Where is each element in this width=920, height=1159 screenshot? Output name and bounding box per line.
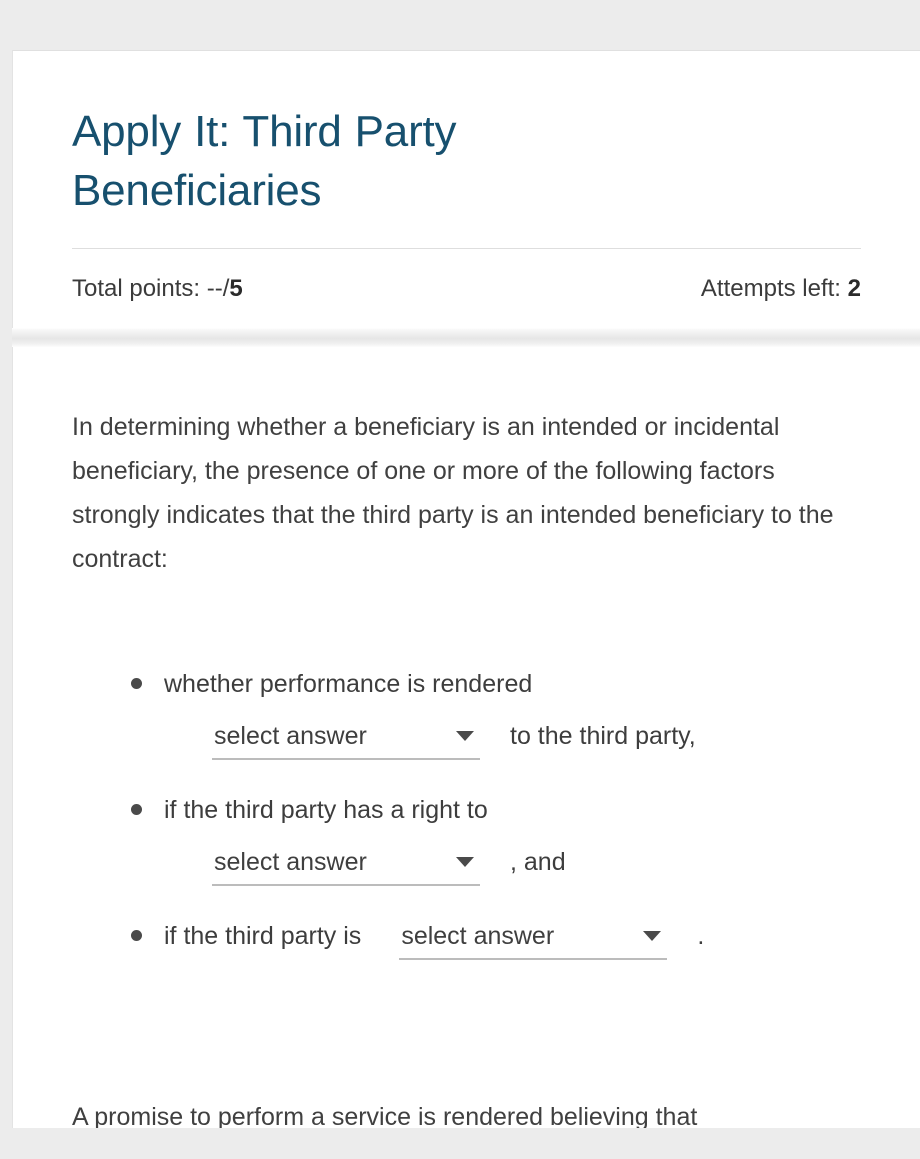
bullet-dot-icon [131, 678, 142, 689]
list-item: if the third party has a right to select… [72, 788, 860, 886]
title-divider [72, 248, 861, 250]
factor-lead-text: if the third party is [164, 922, 362, 950]
factor-answer-row: select answer to the third party, [164, 714, 860, 760]
total-points-value: 5 [229, 275, 243, 303]
chevron-down-icon [456, 857, 474, 867]
factor-lead-text: whether performance is rendered [164, 670, 533, 698]
total-points: Total points: --/5 [72, 275, 243, 303]
select-answer-dropdown-1[interactable]: select answer [212, 716, 480, 760]
bullet-dot-icon [131, 804, 142, 815]
card-separator [12, 328, 920, 347]
assignment-page: Apply It: Third Party Beneficiaries Tota… [0, 0, 920, 1159]
list-item: if the third party is select answer . [72, 914, 860, 960]
attempts-left: Attempts left: 2 [701, 275, 861, 303]
factor-lead-text: if the third party has a right to [164, 796, 488, 824]
trailing-paragraph: A promise to perform a service is render… [72, 1103, 698, 1128]
total-points-label: Total points: --/ [72, 275, 230, 303]
select-answer-value: select answer [401, 922, 555, 950]
factor-tail-text: . [697, 922, 705, 950]
factor-answer-row: select answer , and [164, 840, 860, 886]
chevron-down-icon [456, 731, 474, 741]
attempts-left-label: Attempts left: [700, 275, 848, 303]
list-item: whether performance is rendered select a… [72, 662, 860, 760]
assignment-header-card: Apply It: Third Party Beneficiaries Tota… [12, 50, 920, 328]
question-body-inner: In determining whether a beneficiary is … [13, 347, 920, 960]
attempts-left-value: 2 [847, 275, 861, 303]
assignment-meta-row: Total points: --/5 Attempts left: 2 [72, 275, 861, 303]
factor-list: whether performance is rendered select a… [72, 662, 860, 960]
factor-answer-row: if the third party is select answer . [164, 914, 860, 960]
select-answer-dropdown-3[interactable]: select answer [399, 916, 668, 960]
question-body-card: In determining whether a beneficiary is … [12, 347, 920, 1128]
question-prompt: In determining whether a beneficiary is … [72, 413, 834, 573]
factor-tail-text: , and [510, 848, 566, 876]
page-title: Apply It: Third Party Beneficiaries [72, 107, 457, 215]
factor-tail-text: to the third party, [510, 722, 696, 750]
select-answer-value: select answer [214, 722, 367, 750]
chevron-down-icon [643, 931, 662, 941]
assignment-header-inner: Apply It: Third Party Beneficiaries Tota… [13, 51, 920, 303]
bullet-dot-icon [131, 930, 142, 941]
select-answer-value: select answer [214, 848, 367, 876]
select-answer-dropdown-2[interactable]: select answer [212, 842, 480, 886]
